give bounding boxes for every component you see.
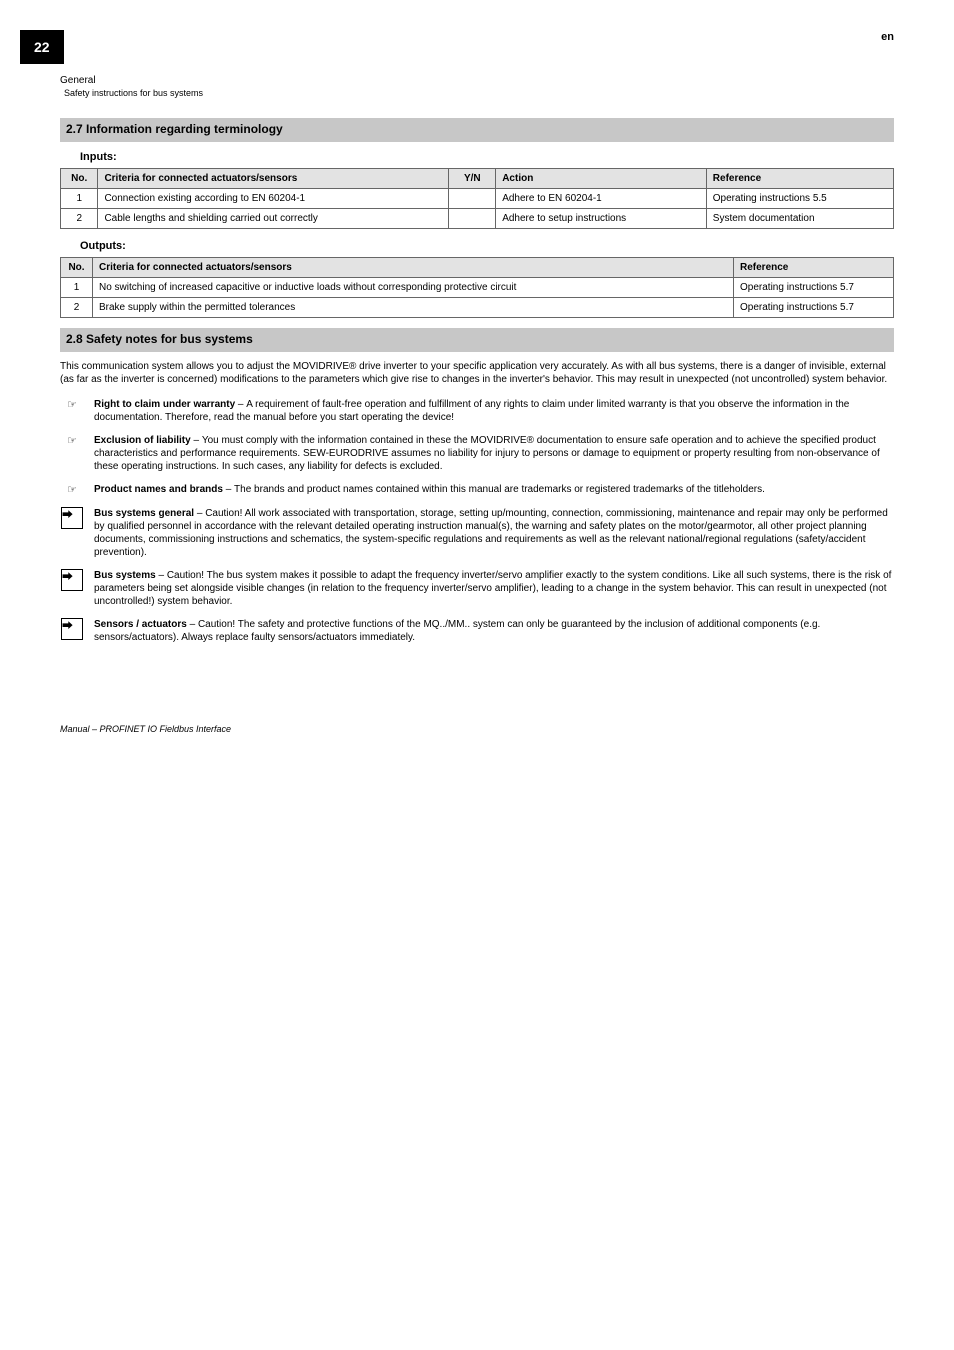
note-body: Caution! The bus system makes it possibl… bbox=[94, 570, 891, 607]
cell: 2 bbox=[61, 298, 93, 318]
note-liability: ☞ Exclusion of liability – You must comp… bbox=[60, 434, 894, 473]
plug-icon: ⮕ bbox=[60, 618, 84, 640]
note-label: Right to claim under warranty bbox=[94, 399, 235, 410]
lang-tag: en bbox=[881, 30, 894, 44]
table-row: 1 Connection existing according to EN 60… bbox=[61, 189, 894, 209]
note-body: You must comply with the information con… bbox=[94, 435, 880, 472]
th-ref: Reference bbox=[734, 258, 894, 278]
th-criteria: Criteria for connected actuators/sensors bbox=[93, 258, 734, 278]
cell: Operating instructions 5.5 bbox=[706, 189, 893, 209]
section-title-2: 2.8 Safety notes for bus systems bbox=[60, 328, 894, 352]
note-label: Product names and brands bbox=[94, 484, 223, 495]
th-action: Action bbox=[496, 169, 707, 189]
hand-icon: ☞ bbox=[60, 434, 84, 448]
section-title-1: 2.7 Information regarding terminology bbox=[60, 118, 894, 142]
plug-icon: ⮕ bbox=[60, 507, 84, 529]
plug-icon: ⮕ bbox=[60, 569, 84, 591]
cell: Adhere to setup instructions bbox=[496, 209, 707, 229]
table-outputs: No. Criteria for connected actuators/sen… bbox=[60, 257, 894, 318]
cell: Operating instructions 5.7 bbox=[734, 298, 894, 318]
cell bbox=[449, 189, 496, 209]
note-body: Caution! All work associated with transp… bbox=[94, 508, 888, 558]
th-yn: Y/N bbox=[449, 169, 496, 189]
cell: 2 bbox=[61, 209, 98, 229]
th-ref: Reference bbox=[706, 169, 893, 189]
table-row: 2 Cable lengths and shielding carried ou… bbox=[61, 209, 894, 229]
section2-intro: This communication system allows you to … bbox=[60, 360, 894, 386]
table-inputs: No. Criteria for connected actuators/sen… bbox=[60, 168, 894, 229]
note-body: The brands and product names contained w… bbox=[234, 484, 765, 495]
breadcrumb: General Safety instructions for bus syst… bbox=[60, 74, 894, 100]
sub-outputs: Outputs: bbox=[80, 239, 894, 253]
footer-left: Manual – PROFINET IO Fieldbus Interface bbox=[60, 724, 894, 736]
note-label: Bus systems bbox=[94, 570, 156, 581]
cell bbox=[449, 209, 496, 229]
note-warranty: ☞ Right to claim under warranty – A requ… bbox=[60, 398, 894, 424]
note-body: Caution! The safety and protective funct… bbox=[94, 619, 820, 643]
cell: Adhere to EN 60204-1 bbox=[496, 189, 707, 209]
hand-icon: ☞ bbox=[60, 398, 84, 412]
th-num: No. bbox=[61, 258, 93, 278]
cell: Brake supply within the permitted tolera… bbox=[93, 298, 734, 318]
cell: 1 bbox=[61, 278, 93, 298]
note-label: Bus systems general bbox=[94, 508, 194, 519]
th-num: No. bbox=[61, 169, 98, 189]
note-brands: ☞ Product names and brands – The brands … bbox=[60, 483, 894, 497]
note-label: Sensors / actuators bbox=[94, 619, 187, 630]
cell: Operating instructions 5.7 bbox=[734, 278, 894, 298]
th-criteria: Criteria for connected actuators/sensors bbox=[98, 169, 449, 189]
note-bus-systems: ⮕ Bus systems – Caution! The bus system … bbox=[60, 569, 894, 608]
cell: Connection existing according to EN 6020… bbox=[98, 189, 449, 209]
hand-icon: ☞ bbox=[60, 483, 84, 497]
cell: System documentation bbox=[706, 209, 893, 229]
cell: Cable lengths and shielding carried out … bbox=[98, 209, 449, 229]
note-bus-general: ⮕ Bus systems general – Caution! All wor… bbox=[60, 507, 894, 559]
note-label: Exclusion of liability bbox=[94, 435, 191, 446]
cell: No switching of increased capacitive or … bbox=[93, 278, 734, 298]
table-row: 2 Brake supply within the permitted tole… bbox=[61, 298, 894, 318]
table-row: 1 No switching of increased capacitive o… bbox=[61, 278, 894, 298]
breadcrumb-main: General bbox=[60, 75, 96, 86]
cell: 1 bbox=[61, 189, 98, 209]
breadcrumb-sub: Safety instructions for bus systems bbox=[64, 88, 203, 98]
sub-inputs: Inputs: bbox=[80, 150, 894, 164]
note-sensors: ⮕ Sensors / actuators – Caution! The saf… bbox=[60, 618, 894, 644]
page-number: 22 bbox=[20, 30, 64, 64]
